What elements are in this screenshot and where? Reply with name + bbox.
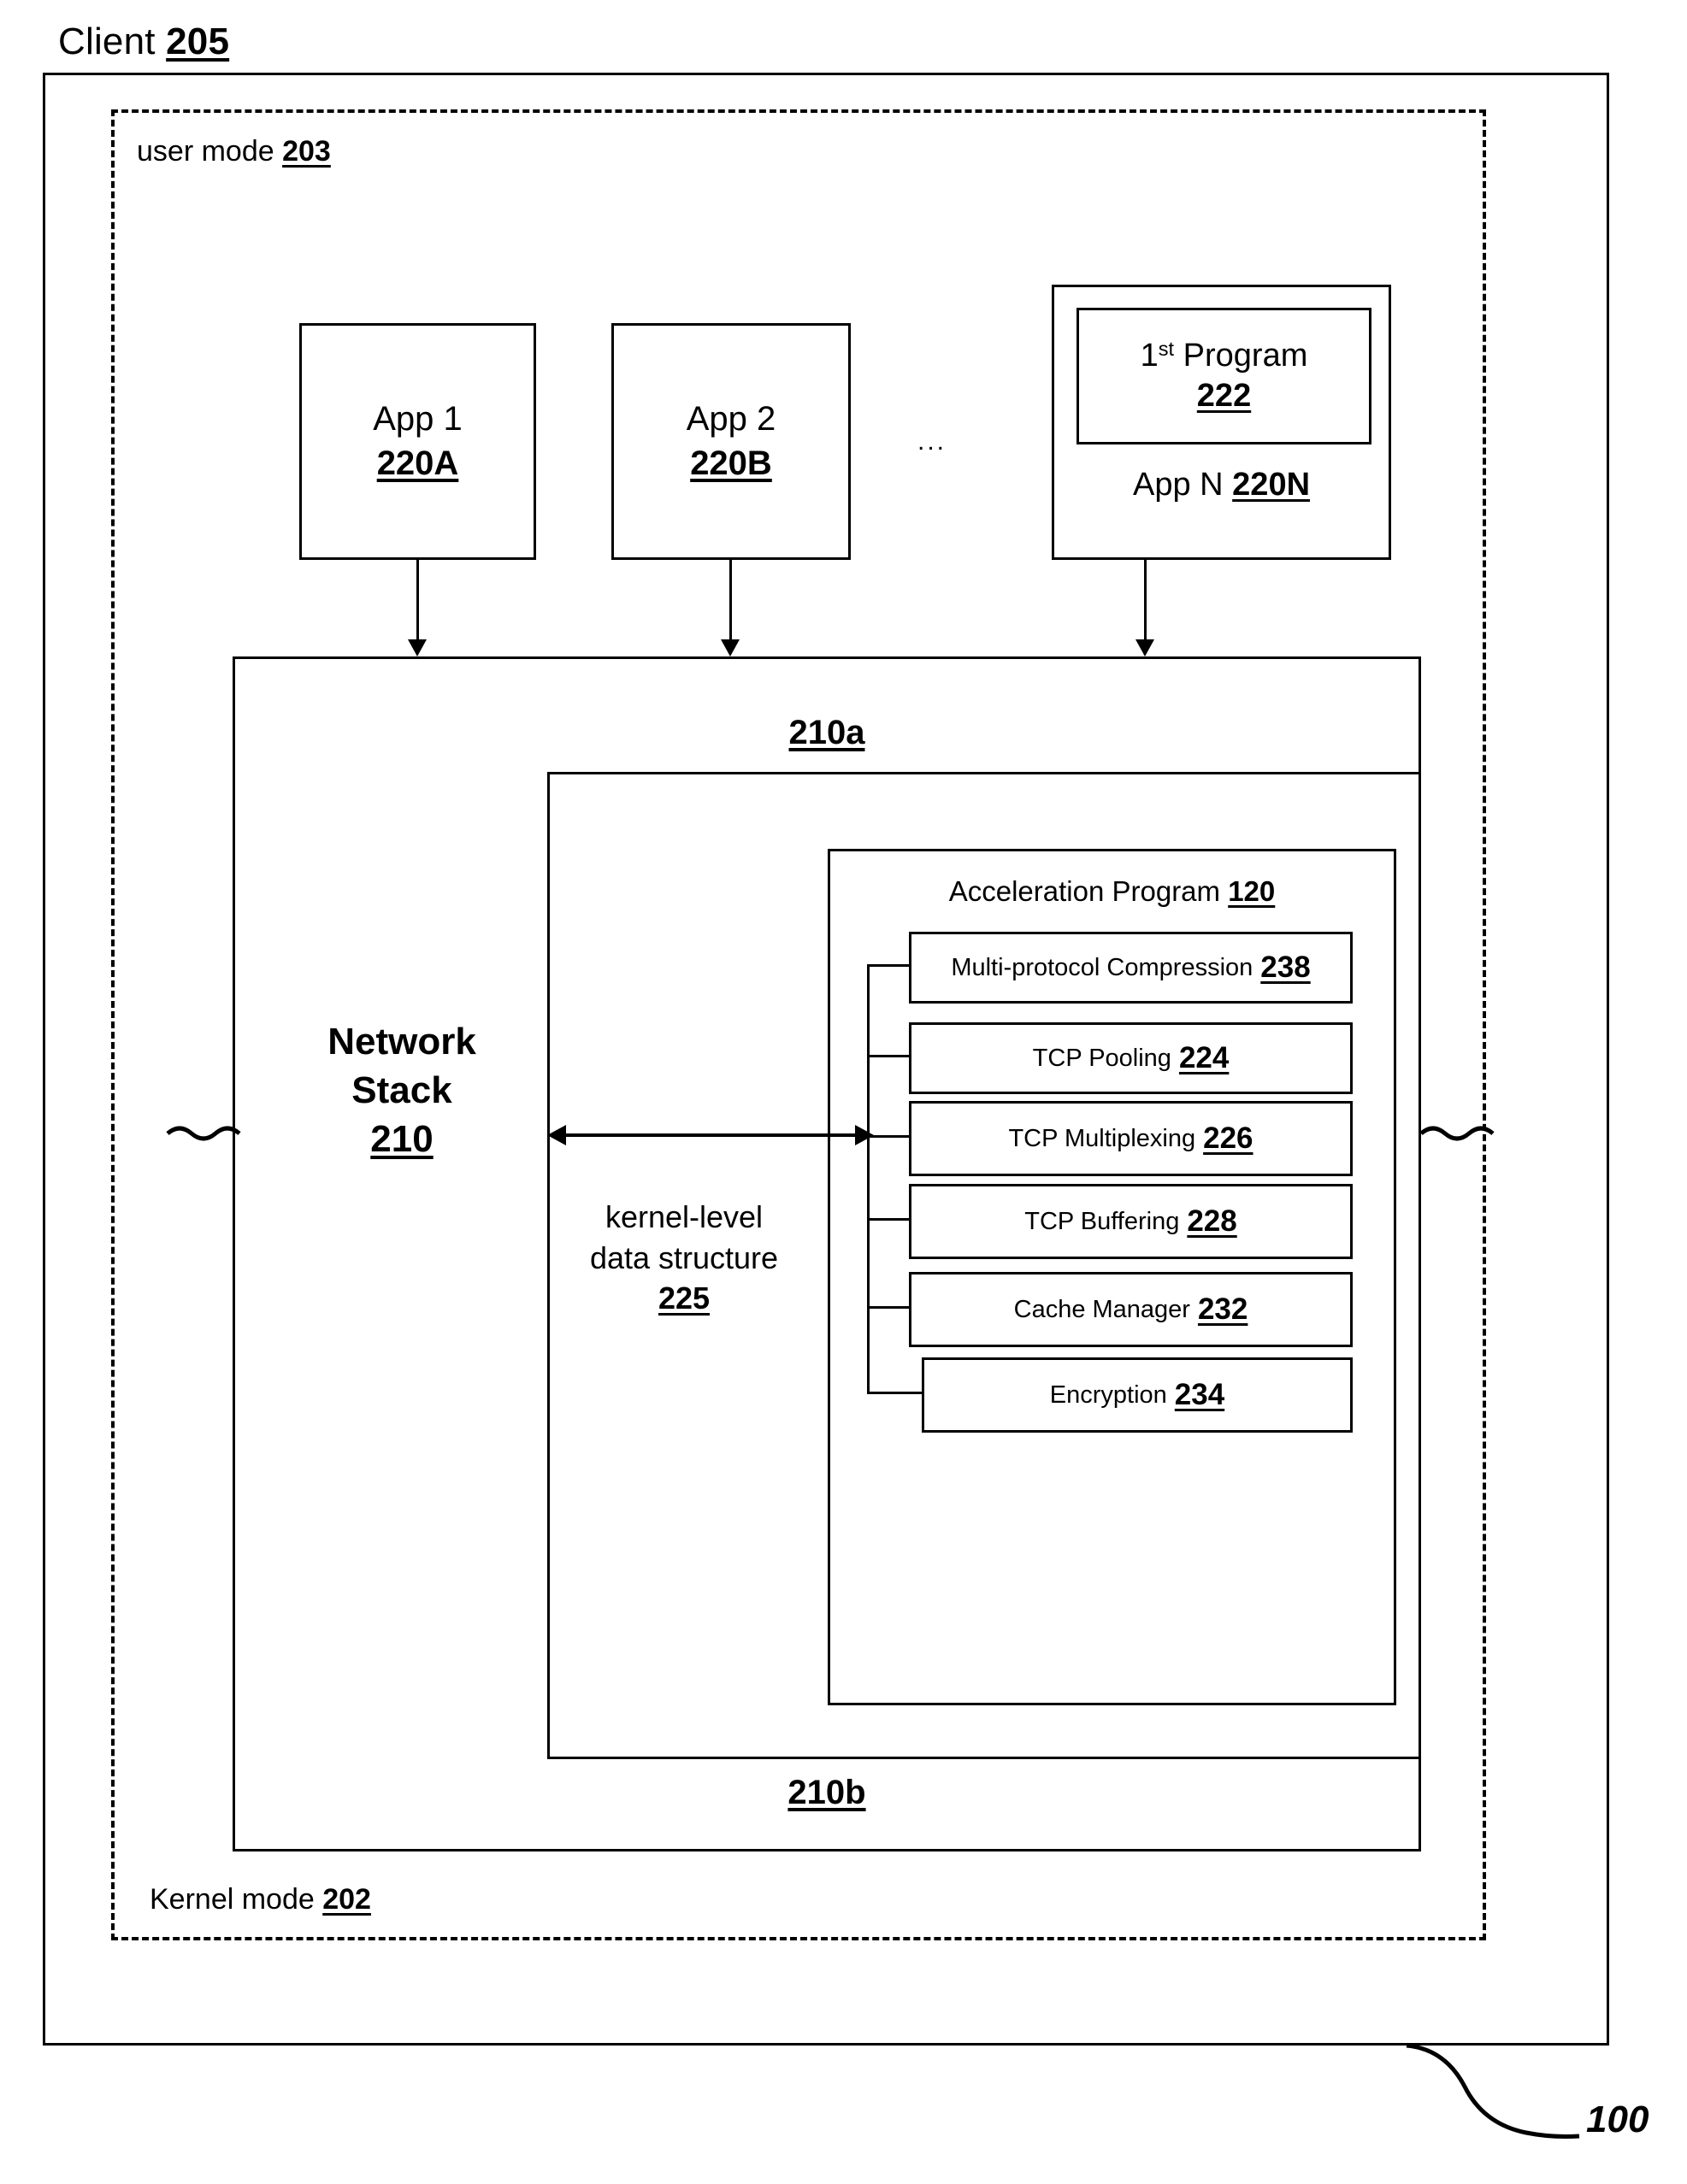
acceleration-program-number: 120 [1228,875,1276,907]
app-n-label: App N 220N [1054,467,1389,503]
first-program-ordinal: 1 [1140,337,1159,374]
first-program-word: Program [1183,337,1308,374]
feature-bracket-spine [867,964,870,1393]
user-mode-number: 203 [282,135,331,168]
feature-label-3: TCP Buffering [1024,1207,1180,1235]
bidirectional-arrow-head-left [547,1125,566,1145]
label-210b-text: 210b [787,1774,866,1811]
feature-number-0: 238 [1260,951,1311,984]
network-stack-line-2: Stack [351,1069,452,1112]
app-2-box: App 2 220B [611,323,851,560]
bidirectional-arrow-head-right [855,1125,874,1145]
app-n-number: 220N [1232,467,1311,503]
first-program-box: 1st Program 222 [1076,308,1371,444]
feature-label-1: TCP Pooling [1032,1044,1171,1072]
acceleration-program-title: Acceleration Program 120 [830,875,1394,908]
figure-reference-number: 100 [1586,2099,1649,2140]
app-1-arrow-head [408,639,427,656]
feature-box-multi-protocol-compression: Multi-protocol Compression 238 [909,932,1353,1004]
feature-bracket-arm-4 [867,1306,910,1309]
feature-label-2: TCP Multiplexing [1008,1124,1196,1152]
feature-number-5: 234 [1174,1378,1225,1411]
figure-title-text: Client [58,21,156,62]
feature-box-tcp-pooling: TCP Pooling 224 [909,1022,1353,1094]
app-1-box: App 1 220A [299,323,536,560]
kernel-mode-number: 202 [322,1883,371,1916]
app-2-arrow-shaft [729,560,732,641]
feature-bracket-arm-3 [867,1218,910,1221]
kernel-mode-label: Kernel mode 202 [150,1883,371,1916]
app-1-arrow-shaft [416,560,419,641]
feature-box-cache-manager: Cache Manager 232 [909,1272,1353,1347]
feature-bracket-arm-1 [867,1055,910,1057]
app-n-name: App N [1132,467,1224,503]
patent-figure: Client 205 user mode 203 Kernel mode 202… [0,0,1687,2184]
first-program-ordinal-suffix: st [1158,337,1175,360]
kernel-level-data-structure-label: kernel-level data structure 225 [552,1197,817,1319]
feature-box-encryption: Encryption 234 [922,1357,1353,1433]
first-program-title: 1st Program [1141,336,1308,377]
app-n-arrow-shaft [1144,560,1147,641]
first-program-number: 222 [1196,378,1252,414]
feature-label-4: Cache Manager [1013,1295,1190,1323]
kds-line-2: data structure [589,1239,779,1275]
network-stack-label: Network Stack 210 [265,1017,539,1164]
bidirectional-arrow-shaft [564,1133,869,1137]
figure-title: Client 205 [58,21,229,63]
feature-label-0: Multi-protocol Compression [951,953,1253,981]
kds-number: 225 [658,1280,711,1316]
app-1-name: App 1 [373,400,463,439]
apps-ellipsis: ... [917,427,947,456]
feature-box-tcp-buffering: TCP Buffering 228 [909,1184,1353,1259]
kernel-mode-text: Kernel mode [150,1883,315,1916]
acceleration-program-title-text: Acceleration Program [948,875,1221,907]
app-2-name: App 2 [686,400,776,439]
figure-reference-leader-line [1406,2043,1580,2139]
user-mode-label: user mode 203 [137,135,331,168]
feature-number-2: 226 [1203,1121,1253,1155]
label-210a-text: 210a [788,714,865,751]
network-stack-line-1: Network [327,1021,476,1063]
network-stack-lower-label: 210b [233,1774,1421,1812]
kds-line-1: kernel-level [605,1199,764,1234]
feature-number-4: 232 [1197,1292,1248,1326]
app-n-arrow-head [1135,639,1154,656]
app-2-arrow-head [721,639,740,656]
feature-box-tcp-multiplexing: TCP Multiplexing 226 [909,1101,1353,1176]
app-2-number: 220B [690,444,772,482]
app-n-box: 1st Program 222 App N 220N [1052,285,1391,560]
feature-bracket-arm-5 [867,1392,923,1394]
app-1-number: 220A [376,444,459,482]
feature-label-5: Encryption [1049,1380,1167,1409]
figure-title-number: 205 [166,21,230,62]
network-stack-upper-label: 210a [233,714,1421,752]
feature-bracket-arm-0 [867,964,910,967]
feature-number-3: 228 [1187,1204,1237,1238]
feature-number-1: 224 [1178,1041,1230,1074]
user-mode-text: user mode [137,135,274,168]
network-stack-number: 210 [370,1118,434,1161]
